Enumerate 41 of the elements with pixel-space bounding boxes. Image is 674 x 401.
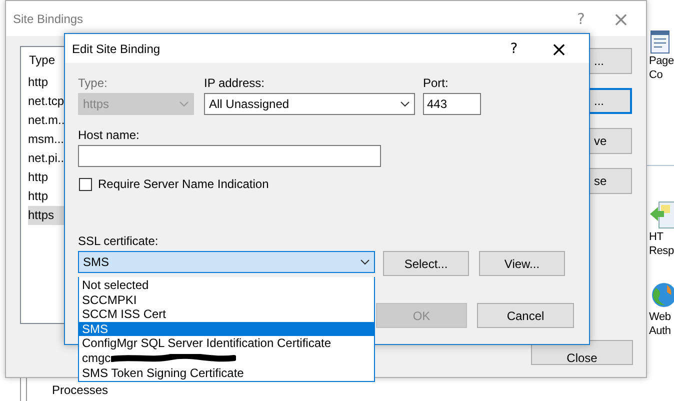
chevron-down-icon: [360, 259, 370, 265]
chevron-down-icon: [179, 101, 189, 107]
ssl-certificate-select[interactable]: SMS: [78, 251, 375, 273]
side-button[interactable]: ve: [590, 128, 632, 154]
window-title: Site Bindings: [13, 12, 84, 26]
dropdown-option[interactable]: SMS: [79, 322, 374, 336]
dropdown-option[interactable]: cmgc: [79, 350, 374, 366]
feature-label[interactable]: HT Resp: [649, 230, 674, 258]
dropdown-option[interactable]: SCCM ISS Cert: [79, 307, 374, 322]
side-button[interactable]: ...: [590, 48, 632, 74]
help-button[interactable]: ?: [566, 10, 596, 28]
tree-item[interactable]: Processes: [52, 382, 108, 396]
view-button[interactable]: View...: [479, 251, 565, 276]
ssl-certificate-label: SSL certificate:: [78, 234, 160, 248]
checkbox-label: Require Server Name Indication: [98, 177, 269, 191]
close-button[interactable]: ×: [596, 6, 646, 30]
cancel-button[interactable]: Cancel: [477, 303, 574, 328]
dropdown-option[interactable]: Not selected: [79, 278, 374, 293]
select-button[interactable]: Select...: [383, 251, 469, 276]
ip-address-label: IP address:: [204, 76, 266, 90]
port-field[interactable]: 443: [423, 93, 481, 115]
host-name-label: Host name:: [78, 128, 140, 142]
help-button[interactable]: ?: [499, 40, 529, 56]
host-name-field[interactable]: [78, 145, 381, 167]
chevron-down-icon: [400, 101, 410, 107]
document-icon: [649, 30, 671, 54]
side-button[interactable]: ...: [590, 88, 632, 114]
type-label: Type:: [78, 76, 108, 90]
ip-address-select[interactable]: All Unassigned: [204, 93, 415, 115]
feature-label[interactable]: Web Auth: [649, 310, 671, 338]
feature-label[interactable]: Page Co: [649, 54, 674, 82]
globe-icon: [649, 280, 674, 310]
dialog-title: Edit Site Binding: [72, 42, 162, 56]
dropdown-option[interactable]: ConfigMgr SQL Server Identification Certificate: [79, 336, 374, 351]
dropdown-option[interactable]: SCCMPKI: [79, 292, 374, 308]
close-button[interactable]: ×: [529, 36, 589, 60]
port-label: Port:: [423, 76, 450, 90]
redirect-document-icon: [649, 200, 674, 230]
side-button[interactable]: se: [590, 168, 632, 194]
dropdown-option[interactable]: SMS Token Signing Certificate: [79, 366, 374, 380]
checkbox[interactable]: [79, 178, 92, 190]
